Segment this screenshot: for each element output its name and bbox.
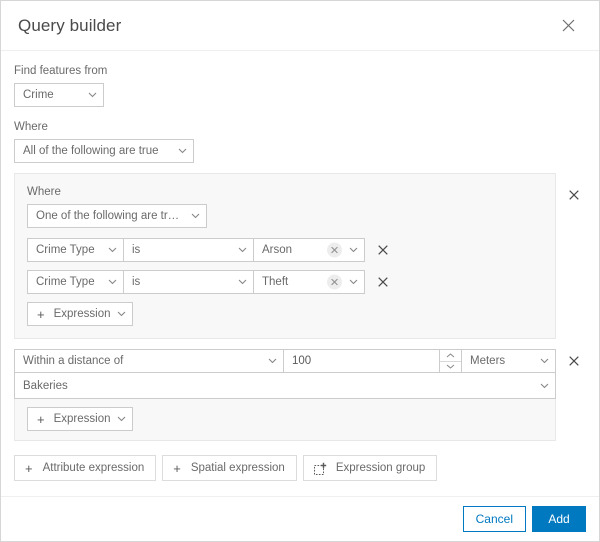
where-logic-value: All of the following are true — [23, 145, 159, 157]
clear-value-button[interactable] — [327, 274, 342, 290]
expression-group-icon — [313, 462, 327, 475]
spatial-target-line: Bakeries — [14, 373, 556, 399]
chevron-down-icon — [191, 213, 200, 219]
spatial-add-expression-button[interactable]: + Expression — [27, 407, 134, 431]
stepper-increment-button[interactable] — [440, 350, 461, 362]
source-layer-value: Crime — [23, 89, 54, 101]
remove-expression-group-button[interactable] — [562, 183, 586, 207]
close-icon — [378, 245, 388, 255]
close-icon — [562, 19, 575, 32]
spatial-expression-line: Within a distance of 100 Meters — [14, 349, 556, 373]
add-attribute-expression-label: Attribute expression — [42, 462, 145, 474]
chevron-down-icon — [268, 358, 277, 364]
source-layer-select[interactable]: Crime — [14, 83, 104, 107]
expression-operator-select[interactable]: is — [123, 270, 253, 294]
spatial-add-expression-label: Expression — [53, 413, 111, 425]
group-add-expression-label: Expression — [53, 308, 111, 320]
chevron-down-icon — [349, 279, 358, 285]
expression-operator-value: is — [132, 244, 141, 256]
chevron-down-icon — [446, 364, 455, 369]
dialog-body: Find features from Crime Where All of th… — [1, 51, 599, 496]
expression-value-select[interactable]: Theft — [253, 270, 365, 294]
expression-group-panel: Where One of the following are tr… Crime… — [14, 173, 556, 339]
add-expression-group-label: Expression group — [335, 462, 426, 474]
remove-expression-button[interactable] — [371, 238, 395, 262]
add-expression-group-button[interactable]: Expression group — [302, 455, 438, 481]
remove-expression-button[interactable] — [371, 270, 395, 294]
dialog-footer: Cancel Add — [1, 496, 599, 541]
close-icon — [569, 190, 579, 200]
chevron-down-icon — [349, 247, 358, 253]
expression-value: Theft — [262, 276, 289, 288]
distance-value: 100 — [292, 355, 312, 367]
chevron-down-icon — [117, 311, 126, 317]
spatial-target-value: Bakeries — [23, 379, 68, 392]
chevron-down-icon — [238, 247, 247, 253]
expression-field-select[interactable]: Crime Type — [27, 270, 123, 294]
chevron-down-icon — [108, 279, 117, 285]
chevron-down-icon — [117, 416, 126, 422]
expression-field-select[interactable]: Crime Type — [27, 238, 123, 262]
close-icon — [331, 278, 338, 286]
add-spatial-expression-button[interactable]: + Spatial expression — [162, 455, 297, 481]
plus-icon: + — [37, 411, 45, 427]
quantity-stepper[interactable] — [439, 350, 461, 372]
plus-icon: + — [25, 460, 33, 476]
expression-operator-value: is — [132, 276, 141, 288]
group-where-label: Where — [27, 186, 61, 198]
plus-icon: + — [37, 306, 45, 322]
spatial-relationship-select[interactable]: Within a distance of — [14, 349, 284, 373]
chevron-down-icon — [88, 92, 97, 98]
query-builder-dialog: Query builder Find features from Crime W… — [0, 0, 600, 542]
chevron-down-icon — [540, 383, 549, 389]
cancel-button[interactable]: Cancel — [462, 506, 526, 532]
spatial-expression-footer: + Expression — [14, 399, 556, 441]
spatial-target-select[interactable]: Bakeries — [15, 373, 555, 398]
spatial-expression-row: Within a distance of 100 Meters Bakeries… — [14, 349, 586, 441]
distance-input[interactable]: 100 — [284, 349, 462, 373]
spatial-relationship-value: Within a distance of — [23, 355, 124, 367]
expression-field-value: Crime Type — [36, 244, 95, 256]
table-row: Crime Type is Arson — [27, 238, 543, 262]
expression-fields: Crime Type is Arson — [27, 238, 365, 262]
dialog-header: Query builder — [1, 1, 599, 51]
chevron-down-icon — [238, 279, 247, 285]
distance-unit-select[interactable]: Meters — [462, 349, 556, 373]
close-icon — [378, 277, 388, 287]
stepper-decrement-button[interactable] — [440, 362, 461, 373]
find-features-from-label: Find features from — [14, 65, 108, 77]
expression-group-row: Where One of the following are tr… Crime… — [14, 173, 586, 339]
close-icon — [331, 246, 338, 254]
expression-value: Arson — [262, 244, 293, 256]
expression-operator-select[interactable]: is — [123, 238, 253, 262]
plus-icon: + — [173, 460, 181, 476]
expression-fields: Crime Type is Theft — [27, 270, 365, 294]
chevron-down-icon — [108, 247, 117, 253]
close-icon — [569, 356, 579, 366]
clear-value-button[interactable] — [327, 242, 342, 258]
remove-spatial-expression-button[interactable] — [562, 349, 586, 373]
chevron-up-icon — [446, 353, 455, 358]
group-logic-value: One of the following are tr… — [36, 210, 180, 222]
spatial-expression-block: Within a distance of 100 Meters Bakeries… — [14, 349, 556, 441]
add-spatial-expression-label: Spatial expression — [190, 462, 285, 474]
where-logic-select[interactable]: All of the following are true — [14, 139, 194, 163]
chevron-down-icon — [178, 148, 187, 154]
page-title: Query builder — [18, 15, 122, 35]
distance-unit-value: Meters — [470, 355, 506, 367]
add-expression-toolbar: + Attribute expression + Spatial express… — [14, 451, 586, 481]
close-dialog-button[interactable] — [555, 13, 581, 39]
where-label: Where — [14, 121, 48, 133]
add-button[interactable]: Add — [532, 506, 586, 532]
add-attribute-expression-button[interactable]: + Attribute expression — [14, 455, 157, 481]
expression-field-value: Crime Type — [36, 276, 95, 288]
chevron-down-icon — [540, 358, 549, 364]
group-logic-select[interactable]: One of the following are tr… — [27, 204, 207, 228]
table-row: Crime Type is Theft — [27, 270, 543, 294]
expression-value-select[interactable]: Arson — [253, 238, 365, 262]
group-add-expression-button[interactable]: + Expression — [27, 302, 134, 326]
